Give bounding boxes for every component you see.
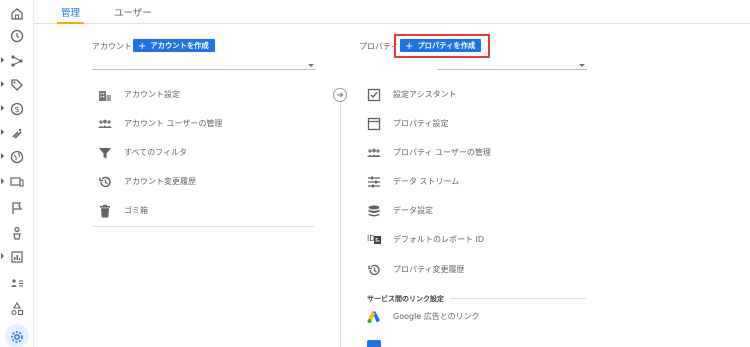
menu-label: デフォルトのレポート ID [393,235,485,244]
menu-google-ads-link[interactable]: Google 広告とのリンク [367,309,587,327]
audience-icon[interactable] [0,272,34,294]
building-icon [99,91,111,101]
menu-default-report-id[interactable]: ID デフォルトのレポート ID [367,232,587,250]
report-icon[interactable] [0,246,34,268]
shapes-icon[interactable] [0,298,34,320]
left-nav-rail: $ [0,0,34,347]
menu-property-change-history[interactable]: プロパティ変更履歴 [367,262,587,280]
menu-label: プロパティ設定 [393,119,449,128]
magnet-icon[interactable] [0,122,34,144]
globe-icon[interactable] [0,146,34,168]
tab-admin[interactable]: 管理 [56,5,85,24]
menu-label: プロパティ変更履歴 [393,265,465,274]
menu-property-settings[interactable]: プロパティ設定 [367,116,587,134]
window-icon [367,117,381,131]
admin-gear-icon[interactable] [0,324,34,347]
menu-label: データ設定 [393,206,433,215]
top-tab-bar: 管理 ユーザー [34,0,750,24]
partial-link-icon [367,340,381,347]
filter-icon [99,148,111,159]
menu-label: プロパティ ユーザーの管理 [393,148,491,157]
monetization-icon[interactable]: $ [0,98,34,120]
menu-label: ゴミ箱 [124,206,148,215]
menu-trash[interactable]: ゴミ箱 [98,203,298,221]
create-account-button-label: アカウントを作成 [150,41,209,50]
property-selector[interactable] [437,58,587,70]
home-icon[interactable] [0,3,34,25]
chevron-down-icon [308,64,314,67]
people-icon [367,148,381,157]
account-header-label: アカウント [92,42,132,51]
menu-data-streams[interactable]: データ ストリーム [367,174,587,192]
menu-property-user-management[interactable]: プロパティ ユーザーの管理 [367,145,587,163]
database-icon [368,205,380,217]
touch-icon[interactable] [0,222,34,244]
property-header-label: プロパティ [359,42,399,51]
menu-account-change-history[interactable]: アカウント変更履歴 [98,174,298,192]
menu-label: 設定アシスタント [393,90,457,99]
trash-icon [100,204,110,218]
menu-label: すべてのフィルタ [124,148,187,157]
highlight-annotation-box [394,34,490,58]
tag-icon[interactable] [0,74,34,96]
chevron-down-icon [579,64,585,67]
checkbox-icon [367,88,381,102]
svg-text:$: $ [14,105,19,114]
divider [450,298,586,299]
menu-data-settings[interactable]: データ設定 [367,203,587,221]
menu-account-settings[interactable]: アカウント設定 [98,87,298,105]
menu-label: アカウント変更履歴 [124,177,196,186]
menu-setup-assistant[interactable]: 設定アシスタント [367,87,587,105]
column-divider [340,100,341,347]
menu-all-filters[interactable]: すべてのフィルタ [98,145,298,163]
arrow-right-circle-icon [333,88,347,102]
history-icon [99,176,111,188]
menu-label: データ ストリーム [393,177,460,186]
google-ads-icon [367,311,380,323]
people-icon [98,119,112,128]
devices-icon[interactable] [0,171,34,193]
menu-label: Google 広告とのリンク [393,312,480,321]
tab-users[interactable]: ユーザー [114,5,152,24]
divider [92,226,314,227]
account-selector[interactable] [92,58,316,70]
menu-account-user-management[interactable]: アカウント ユーザーの管理 [98,116,298,134]
id-prefix: ID [367,234,375,243]
history-icon [368,264,380,276]
acquisition-icon[interactable] [0,50,34,72]
product-links-section-title: サービス間のリンク設定 [367,295,444,303]
flag-icon[interactable] [0,197,34,219]
menu-label: アカウント設定 [124,90,180,99]
create-account-button[interactable]: + アカウントを作成 [133,39,215,52]
clock-icon[interactable] [0,25,34,47]
menu-label: アカウント ユーザーの管理 [124,119,223,128]
streams-icon [368,176,380,188]
